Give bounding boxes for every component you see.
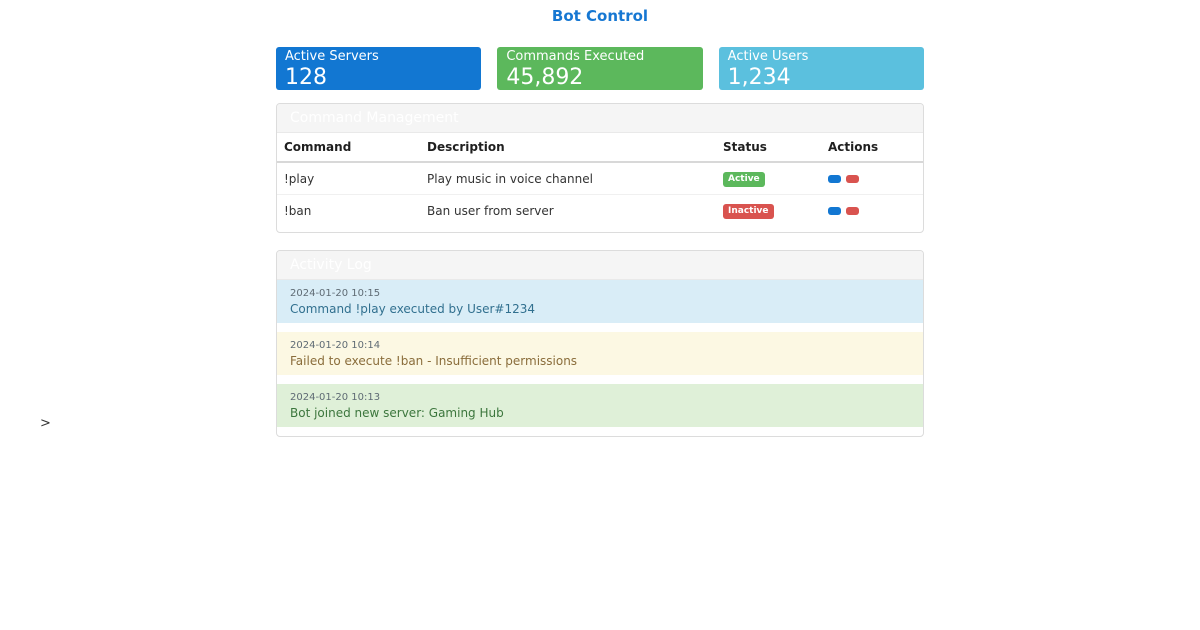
column-header-status: Status	[716, 133, 821, 163]
status-badge: Active	[723, 172, 765, 187]
stats-row: Active Servers 128 Commands Executed 45,…	[276, 47, 924, 90]
stat-value: 45,892	[506, 65, 584, 90]
status-cell: Active	[716, 162, 821, 195]
stat-label: Commands Executed	[506, 49, 645, 64]
delete-button[interactable]	[845, 207, 859, 215]
log-timestamp: 2024-01-20 10:13	[290, 392, 381, 403]
column-header-description: Description	[420, 133, 716, 163]
command-management-panel: Command Management Command Description S…	[276, 103, 924, 233]
column-header-command: Command	[277, 133, 420, 163]
table-row: !ban Ban user from server Inactive	[277, 195, 923, 227]
activity-panel-header: Activity Log	[277, 251, 923, 280]
log-timestamp: 2024-01-20 10:15	[290, 288, 381, 299]
status-cell: Inactive	[716, 195, 821, 227]
command-cell: !ban	[284, 203, 312, 218]
command-cell: !play	[277, 162, 420, 195]
actions-cell	[821, 162, 923, 195]
stat-card-active-users: Active Users 1,234	[718, 47, 924, 90]
stat-card-commands-executed: Commands Executed 45,892	[497, 47, 703, 90]
page-title: Bot Control	[551, 7, 649, 25]
log-timestamp: 2024-01-20 10:14	[290, 340, 381, 351]
main-container: Bot Control Active Servers 128 Commands …	[276, 8, 924, 437]
command-panel-header: Command Management	[277, 104, 923, 133]
log-entry: 2024-01-20 10:15 Command !play executed …	[277, 280, 923, 323]
log-message: Command !play executed by User#1234	[290, 302, 536, 316]
table-row: !play Play music in voice channel Active	[277, 162, 923, 195]
column-header-actions: Actions	[821, 133, 923, 163]
commands-table: Command Description Status Actions !play…	[277, 133, 923, 226]
edit-button[interactable]	[828, 175, 841, 183]
description-cell: Play music in voice channel	[420, 162, 716, 195]
log-message: Bot joined new server: Gaming Hub	[290, 406, 504, 420]
edit-button[interactable]	[828, 207, 841, 215]
table-header-row: Command Description Status Actions	[277, 133, 923, 163]
stray-text: >	[40, 416, 51, 431]
stat-label: Active Users	[727, 49, 809, 64]
delete-button[interactable]	[845, 175, 859, 183]
stat-value: 1,234	[727, 65, 791, 90]
log-entry: 2024-01-20 10:14 Failed to execute !ban …	[277, 332, 923, 375]
stat-card-active-servers: Active Servers 128	[276, 47, 482, 90]
stat-value: 128	[285, 65, 327, 90]
description-cell: Ban user from server	[427, 203, 554, 218]
actions-cell	[821, 195, 923, 227]
stat-label: Active Servers	[285, 49, 379, 64]
log-entries: 2024-01-20 10:15 Command !play executed …	[277, 280, 923, 427]
log-entry: 2024-01-20 10:13 Bot joined new server: …	[277, 384, 923, 427]
activity-log-panel: Activity Log 2024-01-20 10:15 Command !p…	[276, 250, 924, 437]
log-message: Failed to execute !ban - Insufficient pe…	[290, 354, 578, 368]
status-badge: Inactive	[723, 204, 774, 219]
